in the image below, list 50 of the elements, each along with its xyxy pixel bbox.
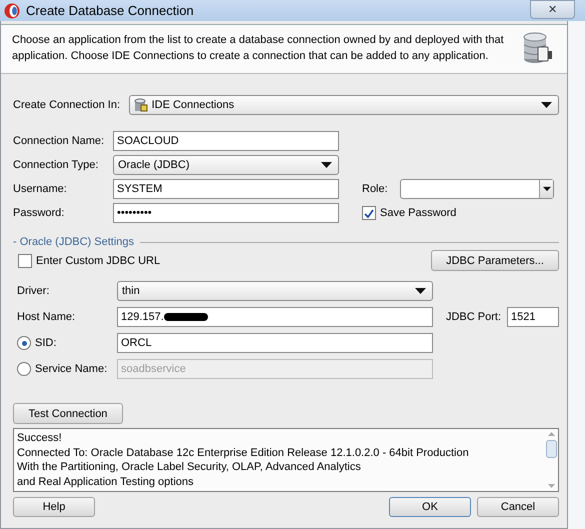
jdbc-parameters-button[interactable]: JDBC Parameters... — [431, 250, 559, 271]
text-field[interactable]: ORCL — [117, 333, 433, 353]
radio-label: SID: — [35, 337, 56, 349]
field-label: Role: — [362, 183, 389, 195]
field-label: Connection Name: — [13, 135, 106, 147]
test-connection-button[interactable]: Test Connection — [13, 403, 123, 424]
dropdown[interactable]: IDE Connections — [128, 95, 559, 115]
radio-label: Service Name: — [35, 363, 108, 375]
scroll-up-icon — [548, 432, 555, 436]
dropdown[interactable]: thin — [117, 281, 433, 301]
close-button[interactable]: ✕ — [530, 0, 575, 19]
output-line: Connected To: Oracle Database 12c Enterprise Edition Release 12.1.0.2.0 - 64bit Production — [17, 446, 470, 460]
output-line: With the Partitioning, Oracle Label Security, OLAP, Advanced Analytics — [17, 460, 362, 474]
text-field[interactable]: SYSTEM — [113, 179, 339, 199]
text-field[interactable]: ••••••••• — [113, 203, 339, 223]
database-icon — [523, 31, 553, 65]
text-field[interactable]: 1521 — [507, 307, 559, 327]
dropdown-arrow-icon — [415, 288, 426, 294]
text-field[interactable]: 129.157. — [117, 307, 433, 327]
dropdown-arrow-icon — [541, 102, 552, 108]
checkbox[interactable] — [362, 206, 376, 220]
field-label: Driver: — [17, 285, 50, 297]
scroll-down-icon — [548, 484, 555, 488]
section-title: - Oracle (JDBC) Settings — [13, 236, 134, 248]
text-field[interactable]: SOACLOUD — [113, 131, 339, 151]
field-label: Username: — [13, 183, 68, 195]
description-text: Choose an application from the list to create a database connection owned by and deployed with that application. Choose IDE Connections to create a connection that can be added to any application. — [12, 33, 505, 64]
dialog-button[interactable]: Cancel — [477, 497, 559, 517]
app-logo-icon — [4, 2, 20, 18]
checkbox-label: Enter Custom JDBC URL — [36, 254, 160, 266]
output-line: Success! — [17, 431, 63, 446]
dialog-button[interactable]: Help — [13, 497, 95, 517]
output-line: and Real Application Testing options — [17, 474, 195, 489]
dropdown-arrow-icon — [321, 162, 332, 168]
field-label: Connection Type: — [13, 159, 100, 171]
checkbox-label: Save Password — [380, 207, 456, 219]
dropdown[interactable]: Oracle (JDBC) — [113, 155, 339, 175]
radio-button[interactable] — [17, 336, 31, 350]
window-title: Create Database Connection — [26, 3, 195, 18]
scrollbar-thumb[interactable] — [546, 440, 557, 458]
checkmark-icon — [364, 208, 374, 218]
dropdown-arrow-icon — [542, 186, 550, 192]
field-label: JDBC Port: — [446, 311, 501, 323]
dialog-button[interactable]: OK — [389, 497, 471, 517]
field-label: Host Name: — [17, 311, 76, 323]
dropdown[interactable] — [400, 179, 554, 199]
checkbox[interactable] — [18, 254, 32, 268]
field-label: Password: — [13, 207, 66, 219]
database-icon — [134, 98, 148, 112]
field-label: Create Connection In: — [13, 99, 122, 111]
